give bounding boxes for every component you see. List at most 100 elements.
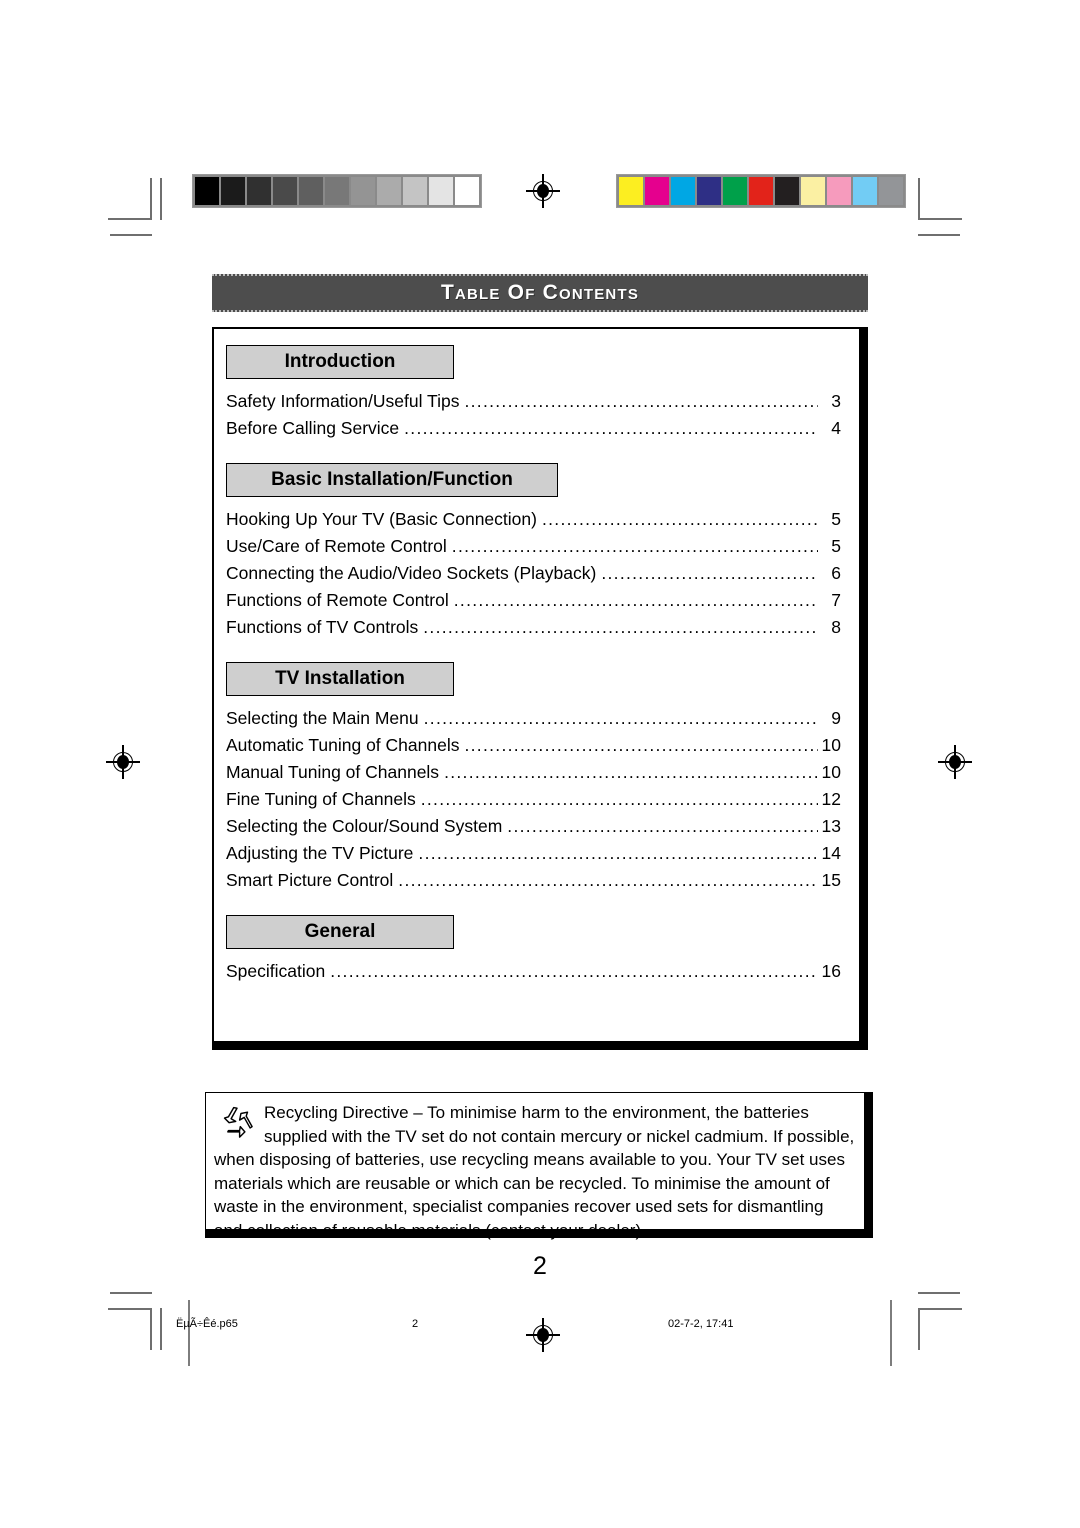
toc-leader-dots: ........................................…: [541, 509, 818, 529]
toc-entry-label: Selecting the Colour/Sound System: [226, 816, 503, 836]
toc-entry-label: Functions of Remote Control: [226, 590, 449, 610]
color-swatch: [879, 177, 903, 205]
toc-entry[interactable]: Functions of TV Controls................…: [226, 614, 841, 641]
registration-mark-right: [938, 745, 972, 779]
grayscale-calibration-strip: [192, 174, 482, 208]
toc-entry-label: Automatic Tuning of Channels: [226, 735, 460, 755]
toc-entry-page: 6: [831, 563, 841, 583]
toc-entry-page: 9: [831, 708, 841, 728]
toc-entry-label: Smart Picture Control: [226, 870, 394, 890]
toc-entry-page: 8: [831, 617, 841, 637]
toc-entry[interactable]: Functions of Remote Control.............…: [226, 587, 841, 614]
registration-mark-top-center: [526, 174, 560, 208]
grayscale-swatch: [455, 177, 479, 205]
page-title: Table Of Contents: [440, 281, 640, 304]
toc-entry[interactable]: Before Calling Service..................…: [226, 415, 841, 442]
toc-leader-dots: ........................................…: [453, 590, 818, 610]
color-swatch: [749, 177, 773, 205]
toc-entry[interactable]: Specification...........................…: [226, 958, 841, 985]
toc-entry-label: Functions of TV Controls: [226, 617, 419, 637]
toc-entry[interactable]: Automatic Tuning of Channels............…: [226, 732, 841, 759]
toc-entry[interactable]: Selecting the Main Menu.................…: [226, 705, 841, 732]
toc-leader-dots: ........................................…: [444, 762, 818, 782]
toc-leader-dots: ........................................…: [601, 563, 818, 583]
toc-entry-page: 15: [821, 870, 841, 890]
grayscale-swatch: [247, 177, 271, 205]
grayscale-swatch: [377, 177, 401, 205]
recycling-notice-box: Recycling Directive – To minimise harm t…: [205, 1092, 873, 1240]
toc-section-introduction: Introduction Safety Information/Useful Ti…: [226, 345, 841, 442]
toc-entry-label: Connecting the Audio/Video Sockets (Play…: [226, 563, 597, 583]
toc-entry[interactable]: Use/Care of Remote Control..............…: [226, 533, 841, 560]
toc-entry[interactable]: Smart Picture Control...................…: [226, 867, 841, 894]
crop-mark-top-right-bleed: [918, 178, 920, 220]
toc-entry-page: 12: [821, 789, 841, 809]
toc-entry[interactable]: Hooking Up Your TV (Basic Connection)...…: [226, 506, 841, 533]
print-sheet-number: 2: [412, 1318, 419, 1330]
toc-leader-dots: ........................................…: [404, 418, 818, 438]
toc-entry[interactable]: Fine Tuning of Channels.................…: [226, 786, 841, 813]
toc-entry[interactable]: Connecting the Audio/Video Sockets (Play…: [226, 560, 841, 587]
toc-leader-dots: ........................................…: [420, 789, 818, 809]
toc-leader-dots: ........................................…: [507, 816, 818, 836]
toc-leader-dots: ........................................…: [423, 617, 818, 637]
toc-entry-label: Before Calling Service: [226, 418, 400, 438]
toc-entry-page: 5: [831, 536, 841, 556]
crop-mark-bottom-left: [108, 1292, 168, 1352]
toc-leader-dots: ........................................…: [464, 735, 818, 755]
color-calibration-strip: [616, 174, 906, 208]
color-swatch: [827, 177, 851, 205]
registration-mark-bottom-center: [526, 1318, 560, 1352]
color-swatch: [801, 177, 825, 205]
color-swatch: [671, 177, 695, 205]
toc-entry-page: 10: [821, 735, 841, 755]
table-of-contents-box: Introduction Safety Information/Useful Ti…: [212, 327, 868, 1050]
grayscale-swatch: [195, 177, 219, 205]
crop-mark-bottom-left-bleed: [160, 1308, 162, 1350]
recycling-notice-text: Recycling Directive – To minimise harm t…: [214, 1103, 855, 1240]
crop-mark-bottom-right-bleed: [918, 1308, 920, 1350]
toc-entry[interactable]: Adjusting the TV Picture................…: [226, 840, 841, 867]
color-swatch: [645, 177, 669, 205]
crop-mark-top-right: [914, 178, 974, 238]
toc-entry[interactable]: Selecting the Colour/Sound System.......…: [226, 813, 841, 840]
toc-entry-page: 16: [821, 961, 841, 981]
grayscale-swatch: [403, 177, 427, 205]
toc-entry-label: Fine Tuning of Channels: [226, 789, 416, 809]
toc-leader-dots: ........................................…: [423, 708, 818, 728]
grayscale-swatch: [299, 177, 323, 205]
toc-entry-page: 10: [821, 762, 841, 782]
toc-entry-label: Use/Care of Remote Control: [226, 536, 447, 556]
color-swatch: [853, 177, 877, 205]
toc-section-heading: Introduction: [226, 345, 454, 379]
registration-mark-left: [106, 745, 140, 779]
recycling-icon: [223, 1106, 253, 1138]
page-number: 2: [533, 1252, 547, 1280]
toc-section-tv-installation: TV Installation Selecting the Main Menu..…: [226, 662, 841, 894]
crop-mark-top-left-bleed: [160, 178, 162, 220]
toc-entry-label: Adjusting the TV Picture: [226, 843, 414, 863]
toc-leader-dots: ........................................…: [330, 961, 818, 981]
table-of-contents-list: Introduction Safety Information/Useful Ti…: [214, 329, 859, 1041]
document-page: Table Of Contents Introduction Safety Inf…: [0, 0, 1080, 1528]
color-swatch: [775, 177, 799, 205]
toc-entry[interactable]: Manual Tuning of Channels...............…: [226, 759, 841, 786]
toc-entry-label: Hooking Up Your TV (Basic Connection): [226, 509, 537, 529]
color-swatch: [619, 177, 643, 205]
grayscale-swatch: [351, 177, 375, 205]
color-swatch: [723, 177, 747, 205]
footer-rule-right: [890, 1300, 892, 1366]
print-filename: ËµÃ÷Êé.p65: [176, 1318, 238, 1330]
print-timestamp: 02-7-2, 17:41: [668, 1318, 734, 1330]
toc-entry-page: 13: [821, 816, 841, 836]
toc-section-heading: TV Installation: [226, 662, 454, 696]
toc-section-basic-installation-function: Basic Installation/Function Hooking Up Yo…: [226, 463, 841, 641]
toc-entry[interactable]: Safety Information/Useful Tips..........…: [226, 388, 841, 415]
footer-rule-left: [188, 1300, 190, 1366]
toc-entry-label: Selecting the Main Menu: [226, 708, 419, 728]
grayscale-swatch: [325, 177, 349, 205]
color-swatch: [697, 177, 721, 205]
toc-entry-page: 14: [821, 843, 841, 863]
grayscale-swatch: [221, 177, 245, 205]
toc-entry-page: 4: [831, 418, 841, 438]
